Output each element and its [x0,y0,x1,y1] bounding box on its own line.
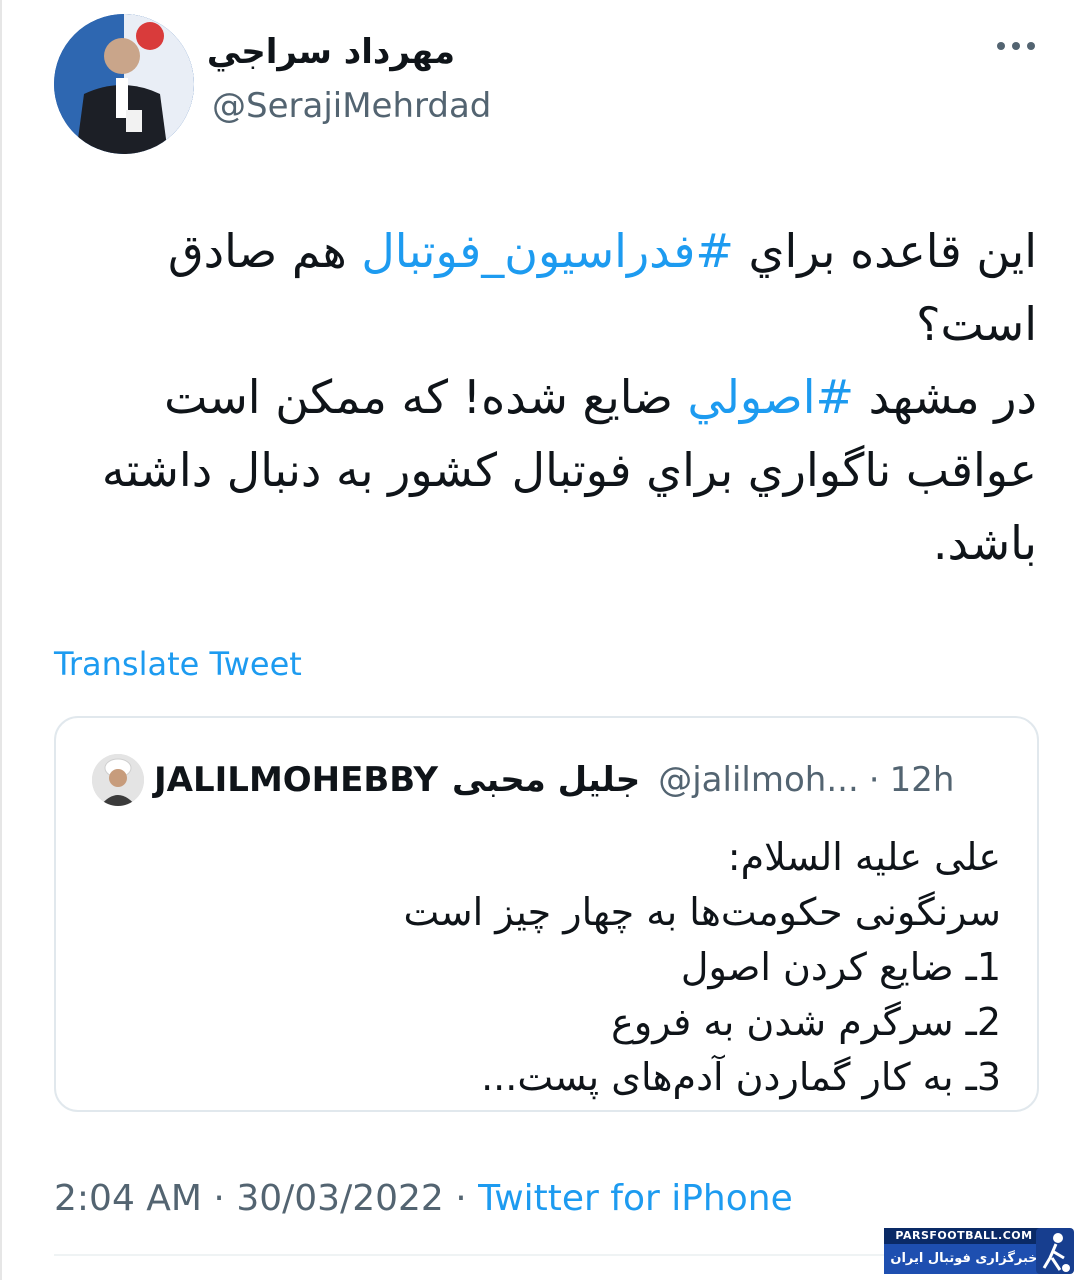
watermark-label: خبرگزاری فوتبال ایران [884,1244,1044,1274]
avatar-photo-icon [54,14,194,154]
hashtag-link[interactable]: #اصولي [688,370,855,424]
hashtag-link[interactable]: #فدراسيون_فوتبال [361,224,734,278]
quoted-author-name-fa[interactable]: جلیل محبی [452,760,640,800]
quoted-timestamp[interactable]: 12h [890,760,955,800]
tweet-source-link[interactable]: Twitter for iPhone [478,1178,793,1219]
tweet-text-part: در مشهد [854,370,1037,424]
quoted-text-line: 2ـ سرگرم شدن به فروع [611,1000,1001,1044]
watermark-site: PARSFOOTBALL.COM [884,1228,1044,1244]
quoted-avatar-photo-icon [92,754,144,806]
tweet-page: مهرداد سراجي @SerajiMehrdad اين قاعده بر… [0,0,1089,1280]
tweet-time[interactable]: 2:04 AM [54,1178,202,1219]
quoted-author-name-en[interactable]: JALILMOHEBBY [154,760,438,800]
tweet-text-part: اين قاعده براي [733,224,1037,278]
quoted-text-line: سرنگونی حکومت‌ها به چهار چیز است [403,890,1001,934]
meta-separator: · [443,1178,479,1219]
translate-tweet-link[interactable]: Translate Tweet [54,645,302,683]
author-name[interactable]: مهرداد سراجي [207,32,455,72]
quoted-text-line: علی علیه السلام: [727,835,1001,879]
quoted-author-avatar[interactable] [92,754,144,806]
quoted-text-line: 1ـ ضایع کردن اصول [680,945,1001,989]
quoted-tweet-header: JALILMOHEBBY جلیل محبی @jalilmoh... · 12… [92,754,954,806]
tweet-date[interactable]: 30/03/2022 [236,1178,444,1219]
watermark-logo-icon [1036,1228,1074,1274]
quoted-separator: · [868,760,880,800]
more-horizontal-icon[interactable] [997,42,1035,50]
meta-separator: · [201,1178,237,1219]
quoted-tweet-text: علی علیه السلام: سرنگونی حکومت‌ها به چها… [101,830,1001,1105]
watermark: PARSFOOTBALL.COM خبرگزاری فوتبال ایران [884,1228,1074,1274]
author-handle[interactable]: @SerajiMehrdad [212,86,491,126]
author-avatar[interactable] [54,14,194,154]
tweet-meta: 2:04 AM · 30/03/2022 · Twitter for iPhon… [54,1178,793,1219]
quoted-author-handle: @jalilmoh... [658,760,859,800]
tweet-text: اين قاعده براي #فدراسيون_فوتبال هم صادق … [37,215,1037,580]
quoted-tweet-card[interactable]: JALILMOHEBBY جلیل محبی @jalilmoh... · 12… [54,716,1039,1112]
quoted-text-line: 3ـ به کار گماردن آدم‌های پست... [481,1055,1001,1099]
